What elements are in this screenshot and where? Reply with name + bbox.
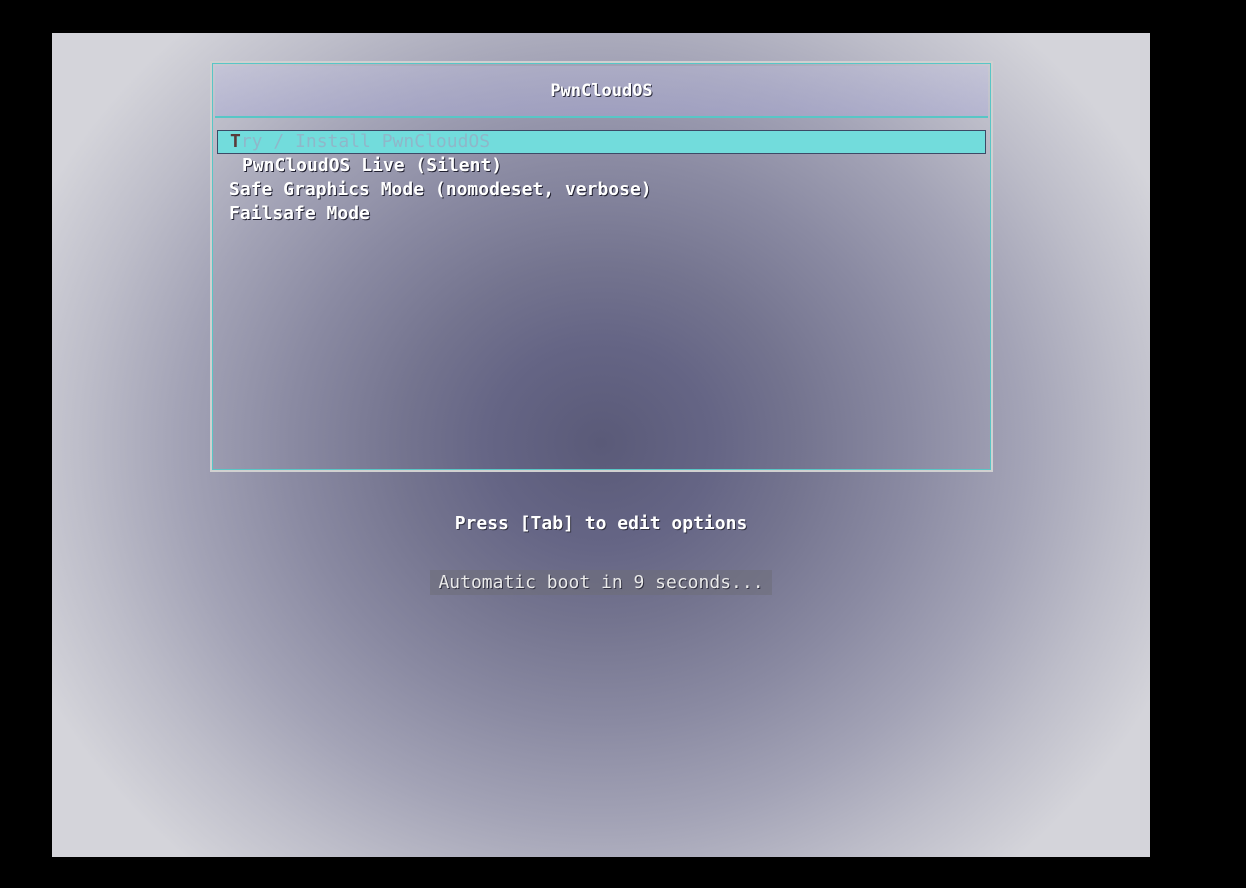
menu-item-try-install[interactable]: Try / Install PwnCloudOS — [217, 130, 986, 154]
boot-countdown: Automatic boot in 9 seconds... — [430, 570, 772, 595]
edit-options-hint: Press [Tab] to edit options — [454, 513, 748, 534]
menu-item-label: PwnCloudOS Live (Silent) — [242, 155, 503, 176]
menu-title-bar: PwnCloudOS — [215, 66, 988, 118]
menu-title: PwnCloudOS — [550, 81, 653, 101]
boot-menu-box: PwnCloudOS Try / Install PwnCloudOS PwnC… — [210, 61, 993, 472]
menu-item-label: Safe Graphics Mode (nomodeset, verbose) — [229, 179, 652, 200]
menu-cursor: T — [230, 131, 241, 152]
menu-item-failsafe[interactable]: Failsafe Mode — [217, 202, 986, 226]
boot-screen: PwnCloudOS Try / Install PwnCloudOS PwnC… — [52, 33, 1150, 857]
menu-item-label: ry / Install PwnCloudOS — [240, 131, 491, 152]
menu-item-safe-graphics[interactable]: Safe Graphics Mode (nomodeset, verbose) — [217, 178, 986, 202]
menu-item-label: Failsafe Mode — [229, 203, 370, 224]
countdown-wrap: Automatic boot in 9 seconds... — [52, 570, 1150, 595]
boot-menu-list: Try / Install PwnCloudOS PwnCloudOS Live… — [217, 130, 986, 226]
menu-item-live-silent[interactable]: PwnCloudOS Live (Silent) — [217, 154, 986, 178]
